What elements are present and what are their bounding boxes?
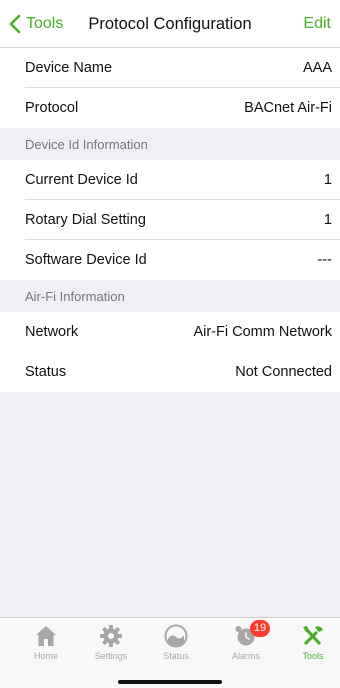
gauge-icon — [164, 624, 188, 648]
tools-icon — [303, 626, 323, 645]
row-value: AAA — [302, 60, 332, 76]
tab-label: Home — [33, 651, 58, 661]
tab-settings[interactable]: Settings — [77, 618, 145, 666]
tab-label: Tools — [302, 651, 324, 661]
tab-label: Settings — [94, 651, 128, 661]
row-device-name[interactable]: Device Name AAA — [0, 48, 340, 88]
row-value: Not Connected — [235, 364, 332, 380]
tab-tools[interactable]: Tools — [279, 618, 340, 666]
row-label: Status — [25, 364, 67, 380]
section-header-air-fi: Air-Fi Information — [0, 280, 340, 312]
row-value: Air-Fi Comm Network — [193, 324, 332, 340]
home-icon — [36, 626, 56, 646]
row-protocol[interactable]: Protocol BACnet Air-Fi — [0, 88, 340, 128]
row-label: Rotary Dial Setting — [25, 212, 146, 228]
gear-icon — [100, 625, 122, 647]
row-value: 1 — [323, 212, 332, 228]
alarm-icon-wrapper: 19 — [234, 620, 270, 648]
chevron-left-icon — [9, 14, 21, 34]
row-network[interactable]: Network Air-Fi Comm Network — [0, 312, 340, 352]
row-label: Current Device Id — [25, 172, 138, 188]
tab-bar: Home Settings Status 19 Alarms Tools — [0, 617, 340, 688]
tab-status[interactable]: Status — [142, 618, 210, 666]
settings-list: Device Name AAA Protocol BACnet Air-Fi D… — [0, 48, 340, 392]
row-label: Protocol — [25, 100, 79, 116]
row-current-device-id[interactable]: Current Device Id 1 — [0, 160, 340, 200]
tab-home[interactable]: Home — [12, 618, 80, 666]
tab-label: Status — [163, 651, 189, 661]
back-button-label: Tools — [26, 15, 64, 32]
row-value: BACnet Air-Fi — [244, 100, 332, 116]
row-rotary-dial-setting[interactable]: Rotary Dial Setting 1 — [0, 200, 340, 240]
row-status[interactable]: Status Not Connected — [0, 352, 340, 392]
row-label: Network — [25, 324, 79, 340]
row-value: 1 — [323, 172, 332, 188]
back-button[interactable]: Tools — [8, 0, 63, 48]
row-label: Device Name — [25, 60, 113, 76]
alarm-count-badge: 19 — [250, 620, 270, 637]
row-label: Software Device Id — [25, 252, 147, 268]
row-value: --- — [317, 252, 333, 268]
tab-label: Alarms — [231, 651, 260, 661]
tab-alarms[interactable]: 19 Alarms — [212, 618, 280, 666]
edit-button[interactable]: Edit — [303, 0, 331, 48]
navigation-bar: Tools Protocol Configuration Edit — [0, 0, 340, 48]
home-indicator — [118, 680, 222, 684]
row-software-device-id[interactable]: Software Device Id --- — [0, 240, 340, 280]
section-header-device-id: Device Id Information — [0, 128, 340, 160]
